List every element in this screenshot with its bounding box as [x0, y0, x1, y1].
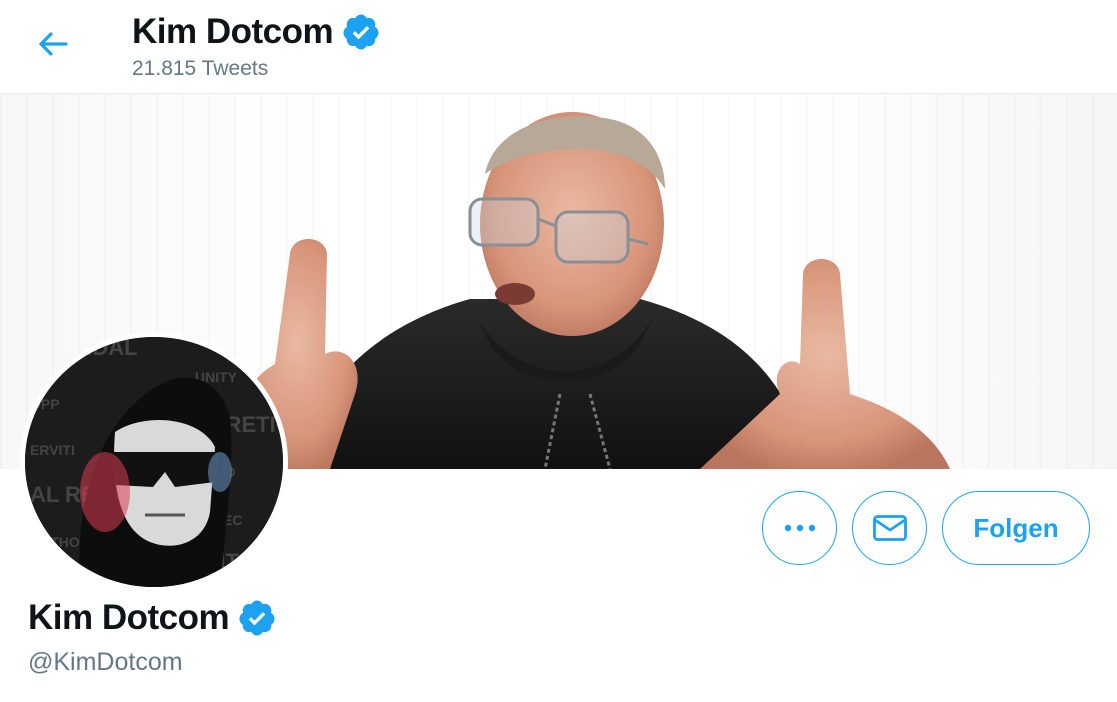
avatar-background-word: AUTHO: [30, 534, 80, 550]
profile-avatar-image: SCANDALUNITYOPPSCRETIONERVITIOPPOAL RESP…: [25, 337, 283, 587]
mail-icon: [872, 515, 907, 541]
header-title: Kim Dotcom: [132, 12, 381, 52]
arrow-left-icon: [39, 32, 68, 56]
back-button[interactable]: [28, 22, 78, 66]
top-bar: Kim Dotcom 21.815 Tweets: [0, 0, 1117, 94]
more-options-button[interactable]: [762, 491, 837, 565]
verified-badge-icon: [343, 14, 379, 50]
avatar[interactable]: SCANDALUNITYOPPSCRETIONERVITIOPPOAL RESP…: [20, 332, 288, 592]
header-name: Kim Dotcom: [132, 12, 334, 51]
verified-badge-icon: [239, 600, 275, 636]
avatar-background-word: ERVITI: [30, 442, 75, 458]
follow-button[interactable]: Folgen: [942, 491, 1090, 565]
profile-name: Kim Dotcom: [28, 598, 277, 638]
message-button[interactable]: [852, 491, 927, 565]
tweet-count: 21.815 Tweets: [132, 57, 269, 80]
more-horizontal-icon: [784, 524, 815, 532]
avatar-image-frame: SCANDALUNITYOPPSCRETIONERVITIOPPOAL RESP…: [25, 337, 283, 587]
profile-name-text: Kim Dotcom: [28, 598, 230, 637]
avatar-background-word: EGAUPL: [30, 564, 89, 580]
profile-handle: @KimDotcom: [28, 648, 183, 676]
